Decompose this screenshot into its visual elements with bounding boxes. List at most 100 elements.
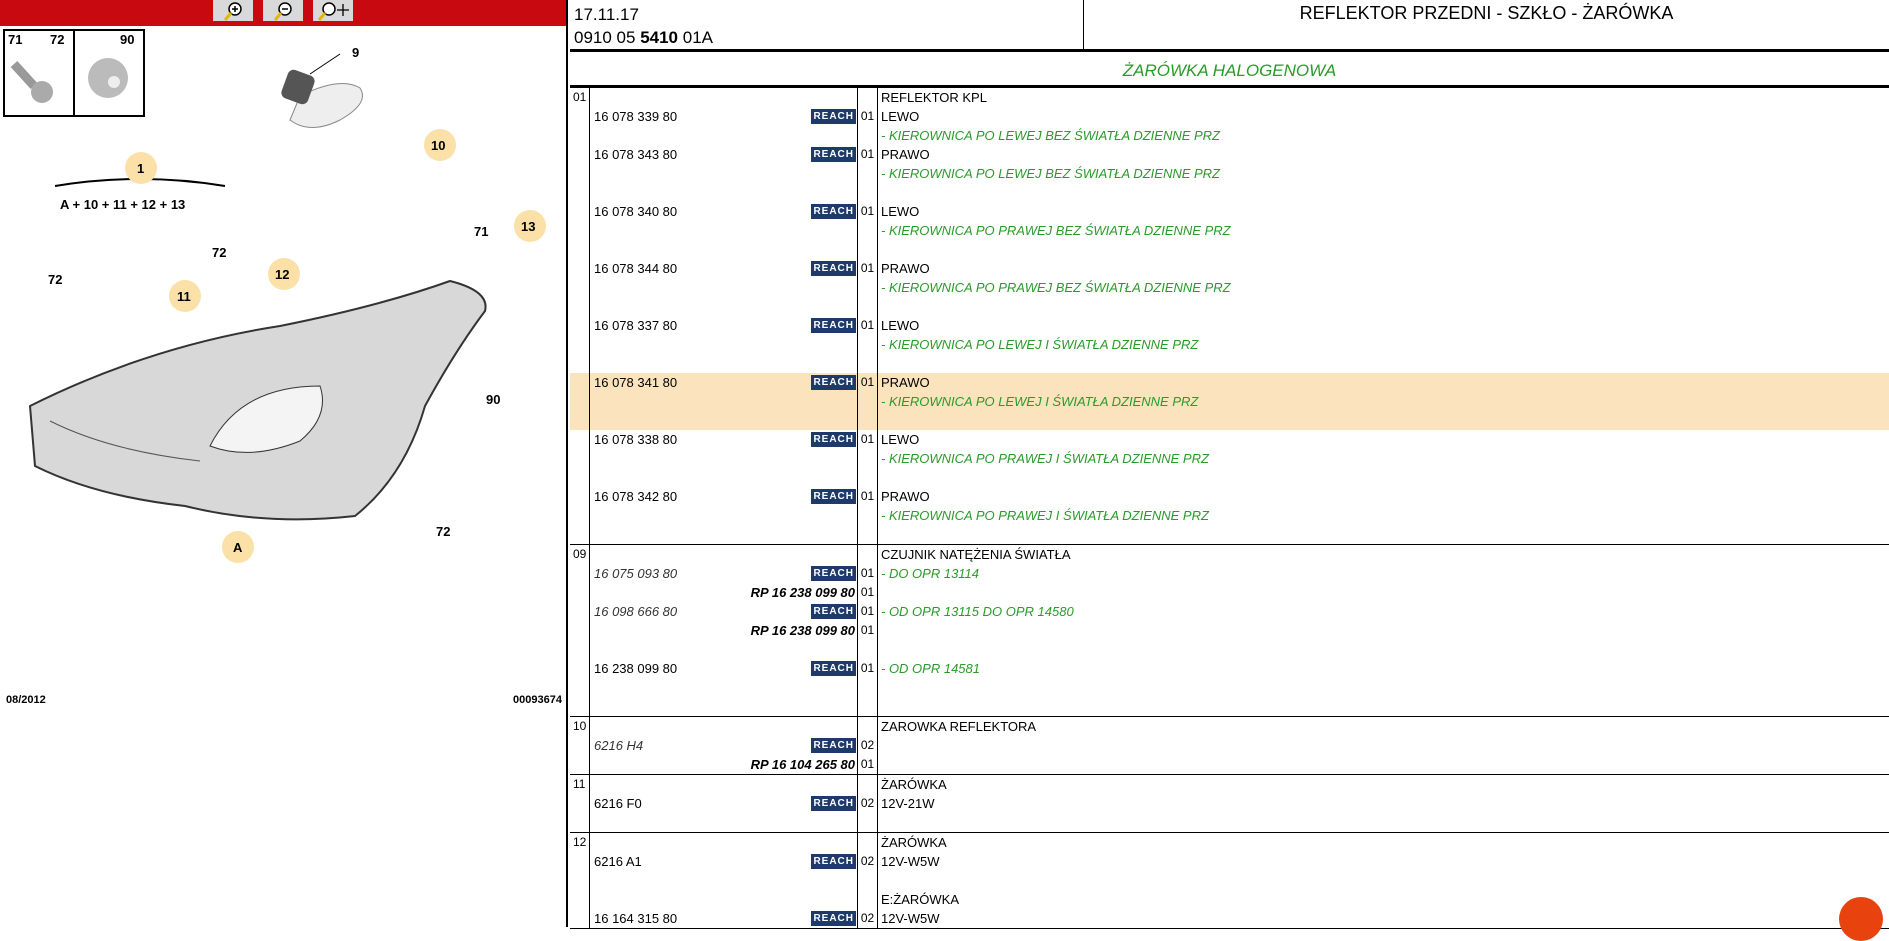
catalog-header: 17.11.17 0910 05 5410 01A REFLEKTOR PRZE… (570, 0, 1889, 52)
part-number[interactable]: 6216 H4 (594, 736, 811, 755)
group-number (570, 583, 590, 602)
part-cell (590, 392, 858, 411)
table-row[interactable]: 6216 F0 REACH 02 12V-21W (570, 794, 1889, 813)
label-72: 72 (436, 524, 450, 539)
group-number (570, 697, 590, 716)
callout-11: 11 (177, 289, 191, 304)
table-row-line: - KIEROWNICA PO LEWEJ I ŚWIATŁA DZIENNE … (570, 335, 1889, 354)
part-number[interactable]: 6216 F0 (594, 794, 811, 813)
group-number (570, 813, 590, 832)
description (878, 240, 1889, 259)
part-number[interactable]: 16 078 343 80 (594, 145, 811, 164)
group-number (570, 564, 590, 583)
group-number (570, 259, 590, 278)
part-cell: 6216 F0 REACH (590, 794, 858, 813)
table-row[interactable]: RP 16 104 265 80 01 (570, 755, 1889, 774)
parts-table: 01 REFLEKTOR KPL 16 078 339 80 REACH 01 LEWO -… (570, 88, 1889, 929)
zoom-in-button[interactable] (213, 0, 253, 21)
description: PRAWO (881, 375, 930, 390)
table-row[interactable]: 16 078 341 80 REACH 01 PRAWO (570, 373, 1889, 392)
part-number[interactable]: 16 078 341 80 (594, 373, 811, 392)
table-row[interactable]: 16 078 343 80 REACH 01 PRAWO (570, 145, 1889, 164)
zoom-out-button[interactable] (263, 0, 303, 21)
table-row[interactable]: 16 164 315 80 REACH 02 12V-W5W (570, 909, 1889, 928)
group-number (570, 297, 590, 316)
table-row[interactable]: RP 16 238 099 80 01 (570, 621, 1889, 640)
table-row[interactable]: 16 238 099 80 REACH 01- OD OPR 14581 (570, 659, 1889, 678)
group-number (570, 678, 590, 697)
part-number[interactable]: 16 164 315 80 (594, 909, 811, 928)
table-row-line: 01 REFLEKTOR KPL (570, 88, 1889, 107)
table-row[interactable]: RP 16 238 099 80 01 (570, 583, 1889, 602)
part-number[interactable]: RP 16 238 099 80 (594, 621, 857, 640)
table-row-line: - KIEROWNICA PO LEWEJ I ŚWIATŁA DZIENNE … (570, 392, 1889, 411)
part-number[interactable]: 16 238 099 80 (594, 659, 811, 678)
part-number[interactable]: 16 078 340 80 (594, 202, 811, 221)
table-row[interactable]: 6216 A1 REACH 02 12V-W5W (570, 852, 1889, 871)
part-number[interactable]: 16 075 093 80 (594, 564, 811, 583)
label-72: 72 (48, 272, 62, 287)
group-number: 09 (570, 545, 590, 564)
part-number[interactable]: 16 098 666 80 (594, 602, 811, 621)
quantity: 01 (858, 259, 878, 278)
table-row[interactable]: 16 098 666 80 REACH 01- OD OPR 13115 DO OP… (570, 602, 1889, 621)
quantity: 02 (858, 794, 878, 813)
table-row[interactable]: 16 078 340 80 REACH 01 LEWO (570, 202, 1889, 221)
group-number (570, 449, 590, 468)
zoom-out-icon (273, 1, 292, 21)
quantity (858, 775, 878, 794)
description: 12V-W5W (881, 854, 940, 869)
quantity: 01 (858, 145, 878, 164)
group-number: 01 (570, 88, 590, 107)
table-row[interactable]: 16 078 339 80 REACH 01 LEWO (570, 107, 1889, 126)
description: ŻARÓWKA (881, 835, 947, 850)
table-row[interactable]: 16 078 344 80 REACH 01 PRAWO (570, 259, 1889, 278)
group-number (570, 202, 590, 221)
part-cell (590, 183, 858, 202)
zoom-pan-button[interactable] (313, 0, 353, 21)
group-number (570, 525, 590, 544)
group-number (570, 126, 590, 145)
group-number (570, 890, 590, 909)
quantity (858, 126, 878, 145)
table-row[interactable]: 16 075 093 80 REACH 01- DO OPR 13114 (570, 564, 1889, 583)
reach-badge: REACH (811, 318, 856, 333)
table-row[interactable]: 16 078 338 80 REACH 01 LEWO (570, 430, 1889, 449)
part-cell (590, 335, 858, 354)
group-number (570, 335, 590, 354)
part-number[interactable]: 16 078 337 80 (594, 316, 811, 335)
reach-badge: REACH (811, 489, 856, 504)
quantity (858, 183, 878, 202)
part-number[interactable]: 16 078 344 80 (594, 259, 811, 278)
reach-badge: REACH (811, 604, 856, 619)
table-row[interactable]: 6216 H4 REACH 02 (570, 736, 1889, 755)
quantity (858, 545, 878, 564)
part-number[interactable]: 6216 A1 (594, 852, 811, 871)
part-cell (590, 833, 858, 852)
part-number[interactable]: RP 16 104 265 80 (594, 755, 857, 774)
part-number[interactable]: RP 16 238 099 80 (594, 583, 857, 602)
part-cell: RP 16 238 099 80 (590, 583, 858, 602)
table-row[interactable]: 16 078 337 80 REACH 01 LEWO (570, 316, 1889, 335)
inset-label: 71 (8, 32, 22, 47)
table-row[interactable]: 16 078 342 80 REACH 01 PRAWO (570, 487, 1889, 506)
quantity (858, 506, 878, 525)
description: CZUJNIK NATĘŻENIA ŚWIATŁA (881, 547, 1071, 562)
part-cell: 16 098 666 80 REACH (590, 602, 858, 621)
group-number (570, 354, 590, 373)
part-cell: 6216 A1 REACH (590, 852, 858, 871)
quantity (858, 297, 878, 316)
part-number[interactable]: 16 078 342 80 (594, 487, 811, 506)
app-logo-icon[interactable] (1839, 897, 1883, 941)
description: - KIEROWNICA PO LEWEJ I ŚWIATŁA DZIENNE … (881, 337, 1199, 352)
reach-badge: REACH (811, 911, 856, 926)
description: - OD OPR 13115 DO OPR 14580 (881, 604, 1074, 619)
part-number[interactable]: 16 078 339 80 (594, 107, 811, 126)
inset-label: 90 (120, 32, 134, 47)
table-row-line: - KIEROWNICA PO PRAWEJ I ŚWIATŁA DZIENNE… (570, 506, 1889, 525)
quantity (858, 833, 878, 852)
part-group-11: 11 ŻARÓWKA 6216 F0 REACH 02 12V-21W (570, 775, 1889, 833)
callout-13: 13 (521, 219, 535, 234)
group-number (570, 602, 590, 621)
part-number[interactable]: 16 078 338 80 (594, 430, 811, 449)
